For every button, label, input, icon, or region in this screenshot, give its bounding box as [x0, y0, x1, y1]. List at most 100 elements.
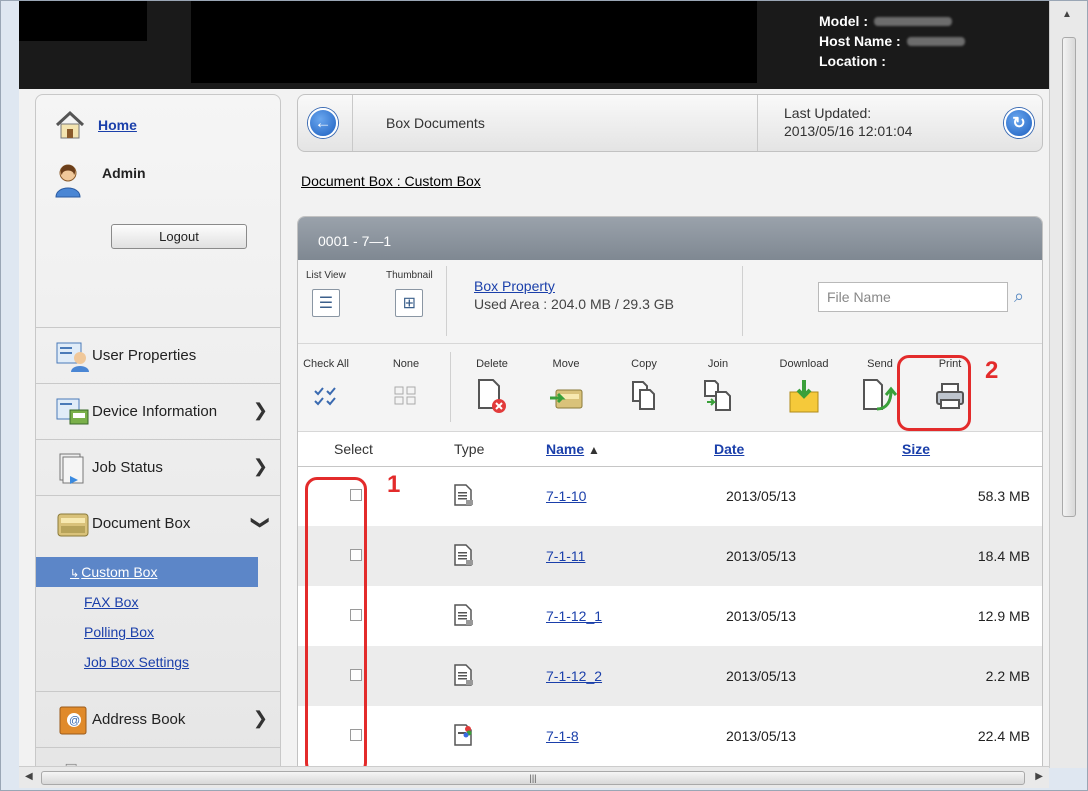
thumbnail-icon: ⊞ [395, 289, 424, 317]
breadcrumb[interactable]: Document Box : Custom Box [301, 173, 481, 189]
view-toolbar: List View ☰ Thumbnail ⊞ Box Property Use… [298, 260, 1042, 344]
move-label: Move [552, 358, 580, 370]
sidebar-subitem-job-box-settings[interactable]: Job Box Settings [36, 647, 280, 677]
host-name-label: Host Name : [819, 33, 901, 49]
sort-by-date-link[interactable]: Date [714, 441, 744, 457]
sidebar-item-job-status[interactable]: Job Status ❯ [36, 439, 280, 495]
back-arrow-icon[interactable]: ← [308, 108, 338, 138]
last-updated-value: 2013/05/16 12:01:04 [784, 123, 913, 139]
size-cell: 18.4 MB [902, 526, 1042, 586]
copy-button[interactable]: Copy [616, 358, 672, 416]
send-icon [863, 379, 897, 411]
download-label: Download [779, 358, 829, 370]
job-status-icon [59, 453, 84, 484]
file-name-link[interactable]: 7-1-11 [546, 548, 585, 564]
page-viewport: Model : Host Name : Location : Home Admi… [19, 1, 1049, 768]
date-cell: 2013/05/13 [712, 526, 902, 586]
sidebar-item-label: User Properties [92, 347, 197, 364]
table-row: 7-1-12_2 2013/05/13 2.2 MB [298, 646, 1042, 706]
sidebar-item-label: Device Information [92, 403, 218, 420]
sort-by-name-link[interactable]: Name [546, 441, 584, 457]
sort-by-size-link[interactable]: Size [902, 441, 930, 457]
sidebar-home[interactable]: Home [54, 109, 137, 141]
last-updated: Last Updated: 2013/05/16 12:01:04 [784, 104, 912, 140]
logout-button[interactable]: Logout [111, 224, 247, 249]
join-label: Join [707, 358, 729, 370]
document-icon [454, 543, 473, 566]
chevron-right-icon: ❯ [252, 400, 268, 420]
date-cell: 2013/05/13 [726, 488, 797, 505]
name-cell: 7-1-10 [528, 466, 712, 526]
col-select: Select [298, 432, 438, 467]
name-cell: 7-1-12_1 [528, 586, 712, 646]
delete-label: Delete [476, 358, 508, 370]
browser-window: Model : Host Name : Location : Home Admi… [0, 0, 1088, 791]
sidebar-subitem-custom-box[interactable]: ↳ Custom Box [36, 557, 258, 587]
file-name-link[interactable]: 7-1-10 [546, 488, 586, 504]
box-property-link[interactable]: Box Property [474, 278, 555, 294]
sidebar-item-partial[interactable] [36, 747, 280, 768]
sidebar-subitem-fax-box[interactable]: FAX Box [36, 587, 280, 617]
horizontal-scrollbar[interactable]: ◀ ||| ▶ [19, 766, 1049, 788]
none-button[interactable]: None [378, 358, 434, 416]
type-cell [438, 466, 528, 526]
sidebar-item-device-information[interactable]: Device Information ❯ [36, 383, 280, 439]
list-view-icon: ☰ [311, 289, 340, 317]
search-icon[interactable]: ⌕ [1014, 286, 1024, 307]
file-name-link[interactable]: 7-1-12_1 [546, 608, 602, 624]
col-name[interactable]: Name ▲ [528, 432, 712, 467]
refresh-icon[interactable]: ↻ [1004, 108, 1034, 138]
type-cell [438, 586, 528, 646]
sidebar-item-address-book[interactable]: @ Address Book ❯ [36, 691, 280, 747]
download-button[interactable]: Download [772, 358, 836, 416]
none-icon [394, 386, 416, 405]
size-cell: 58.3 MB [977, 488, 1030, 505]
divider [742, 266, 743, 336]
sidebar-nav: User Properties Device Information ❯ Job… [36, 327, 280, 768]
file-name-link[interactable]: 7-1-12_2 [546, 668, 602, 684]
horizontal-scroll-thumb[interactable]: ||| [41, 771, 1025, 785]
sub-item-label: Custom Box [81, 564, 158, 580]
scroll-left-icon[interactable]: ◀ [25, 771, 33, 782]
vertical-scrollbar[interactable]: ▲ [1049, 1, 1087, 768]
vertical-scroll-thumb[interactable] [1062, 37, 1076, 517]
header-logo-area [19, 1, 147, 41]
delete-button[interactable]: Delete [464, 358, 520, 416]
annotation-number-1: 1 [387, 471, 401, 498]
sidebar-item-user-properties[interactable]: User Properties [36, 327, 280, 383]
check-all-button[interactable]: Check All [298, 358, 354, 416]
box-property: Box Property Used Area : 204.0 MB / 29.3… [474, 277, 674, 313]
download-icon [789, 380, 819, 413]
user-avatar-icon [55, 164, 81, 198]
move-button[interactable]: Move [538, 358, 594, 416]
chevron-right-icon: ❯ [252, 456, 268, 476]
join-button[interactable]: Join [690, 358, 746, 416]
sidebar-user: Admin [54, 163, 146, 199]
box-panel: 0001 - 7—1 List View ☰ Thumbnail ⊞ Box P… [297, 216, 1043, 768]
list-view-button[interactable]: List View ☰ [306, 270, 346, 317]
file-name-search-input[interactable] [818, 282, 1008, 312]
chevron-down-icon: ❯ [250, 514, 271, 531]
thumbnail-button[interactable]: Thumbnail ⊞ [386, 270, 433, 317]
model-label: Model : [819, 13, 868, 29]
sidebar-subitem-polling-box[interactable]: Polling Box [36, 617, 280, 647]
check-all-icon [314, 387, 336, 406]
address-book-icon: @ [59, 706, 87, 734]
document-box-submenu: ↳ Custom Box FAX Box Polling Box Job Box … [36, 551, 280, 691]
home-link[interactable]: Home [98, 117, 137, 133]
file-name-link[interactable]: 7-1-8 [546, 728, 579, 744]
chevron-right-icon: ❯ [252, 708, 268, 728]
table-row: 7-1-8 2013/05/13 22.4 MB [298, 706, 1042, 766]
sidebar-item-document-box[interactable]: Document Box ❯ [36, 495, 280, 551]
scroll-right-icon[interactable]: ▶ [1035, 771, 1043, 782]
date-cell: 2013/05/13 [726, 728, 797, 744]
svg-text:@: @ [69, 715, 80, 727]
user-name: Admin [102, 165, 146, 181]
col-size[interactable]: Size [902, 432, 1042, 467]
document-icon [454, 663, 473, 686]
name-cell: 7-1-8 [528, 706, 712, 766]
col-date[interactable]: Date [712, 432, 902, 467]
scroll-up-icon[interactable]: ▲ [1062, 9, 1072, 20]
size-cell: 12.9 MB [977, 608, 1030, 624]
divider [450, 352, 451, 422]
